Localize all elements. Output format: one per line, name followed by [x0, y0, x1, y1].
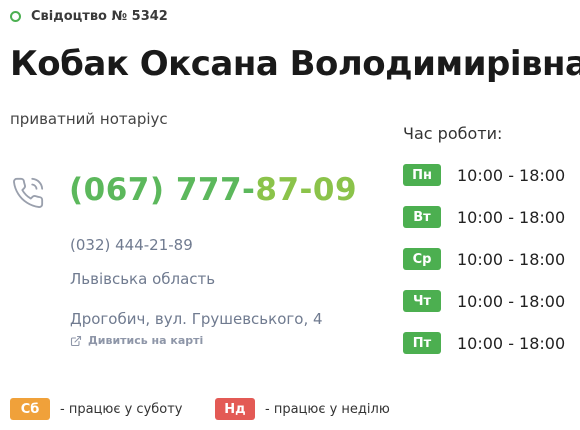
- main-phone-suffix: 87-09: [255, 172, 358, 208]
- certificate-text: Свідоцтво № 5342: [31, 9, 168, 24]
- main-phone-link[interactable]: (067) 777-87-09: [69, 172, 357, 208]
- external-link-icon: [70, 335, 82, 346]
- alt-phone-link[interactable]: (032) 444-21-89: [70, 236, 193, 254]
- sunday-badge: Нд: [215, 398, 255, 420]
- hours-time: 10:00 - 18:00: [457, 333, 566, 353]
- certificate-number: Свідоцтво № 5342: [10, 9, 168, 24]
- legend-sunday: Нд - працює у неділю: [215, 398, 390, 420]
- day-badge: Вт: [403, 206, 441, 228]
- hours-row-mon: Пн 10:00 - 18:00: [403, 164, 565, 186]
- sunday-legend-text: - працює у неділю: [265, 401, 390, 417]
- day-badge: Чт: [403, 290, 441, 312]
- hours-time: 10:00 - 18:00: [457, 207, 566, 227]
- hours-row-fri: Пт 10:00 - 18:00: [403, 332, 565, 354]
- working-hours-title: Час роботи:: [403, 124, 503, 143]
- region-text: Львівська область: [70, 270, 216, 288]
- saturday-badge: Сб: [10, 398, 50, 420]
- day-badge: Ср: [403, 248, 441, 270]
- address-text: Дрогобич, вул. Грушевського, 4: [70, 310, 323, 328]
- hours-time: 10:00 - 18:00: [457, 165, 566, 185]
- hours-time: 10:00 - 18:00: [457, 291, 566, 311]
- hours-row-thu: Чт 10:00 - 18:00: [403, 290, 565, 312]
- hours-row-tue: Вт 10:00 - 18:00: [403, 206, 565, 228]
- notary-name: Кобак Оксана Володимирівна: [10, 44, 580, 84]
- status-ring-icon: [10, 11, 21, 22]
- legend-saturday: Сб - працює у суботу: [10, 398, 183, 420]
- hours-time: 10:00 - 18:00: [457, 249, 566, 269]
- day-badge: Пт: [403, 332, 441, 354]
- phone-icon: [13, 177, 44, 208]
- notary-role: приватний нотаріус: [10, 110, 168, 128]
- day-badge: Пн: [403, 164, 441, 186]
- main-phone-prefix: (067) 777-: [69, 172, 256, 208]
- saturday-legend-text: - працює у суботу: [60, 401, 183, 417]
- view-on-map-link[interactable]: Дивитись на карті: [70, 334, 203, 347]
- hours-row-wed: Ср 10:00 - 18:00: [403, 248, 565, 270]
- map-link-label: Дивитись на карті: [88, 334, 204, 347]
